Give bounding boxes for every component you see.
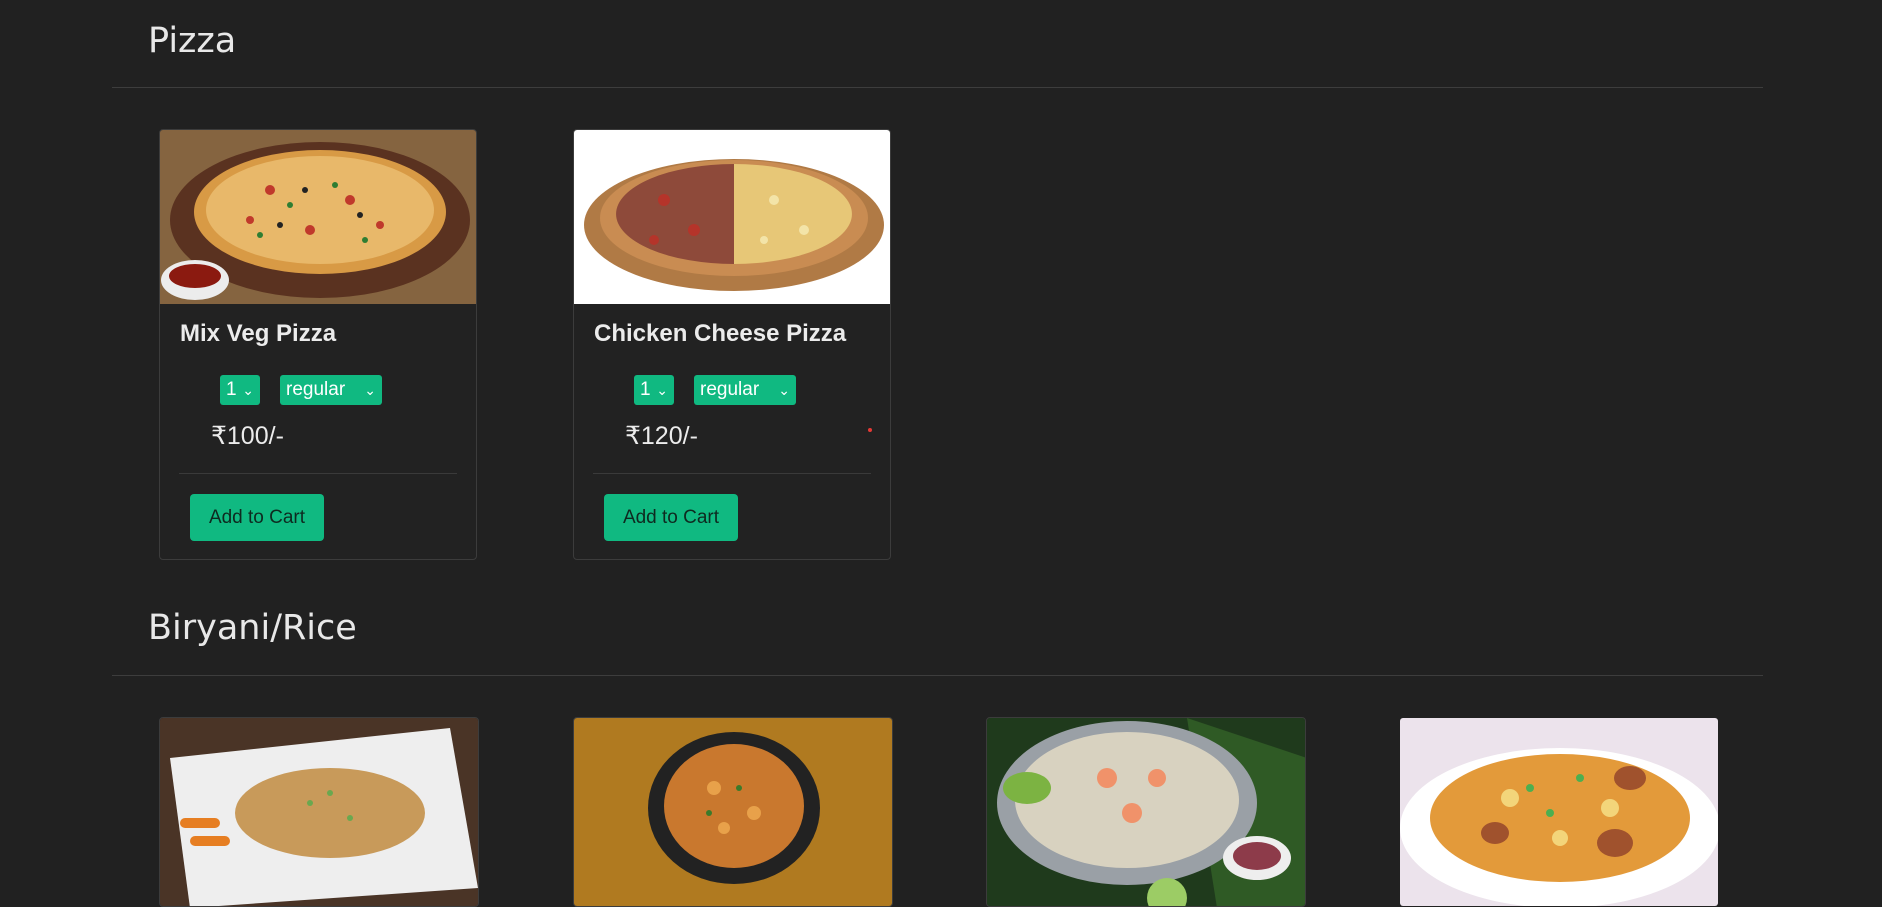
- section-title-pizza: Pizza: [148, 21, 237, 61]
- card-divider: [593, 473, 871, 474]
- section-divider: [112, 87, 1763, 88]
- size-value: regular: [700, 379, 760, 400]
- quantity-value: 1: [226, 379, 237, 400]
- product-card: [986, 717, 1306, 907]
- quantity-select[interactable]: 1 ⌄: [634, 375, 674, 405]
- product-name: Mix Veg Pizza: [180, 320, 337, 347]
- quantity-select[interactable]: 1 ⌄: [220, 375, 260, 405]
- chevron-down-icon: ⌄: [364, 382, 376, 398]
- quantity-value: 1: [640, 379, 651, 400]
- section-divider: [112, 675, 1763, 676]
- product-image-biryani-bowl: [574, 718, 892, 906]
- size-select[interactable]: regular ⌄: [280, 375, 382, 405]
- chevron-down-icon: ⌄: [778, 382, 790, 398]
- product-image-shrimp-rice: [987, 718, 1305, 906]
- add-to-cart-button[interactable]: Add to Cart: [190, 494, 324, 541]
- product-card: [1399, 717, 1719, 907]
- product-price: ₹100/-: [211, 422, 284, 450]
- indicator-dot: [868, 428, 872, 432]
- product-image-chicken-biryani: [1400, 718, 1718, 906]
- product-image-mix-veg-pizza: [160, 130, 476, 304]
- size-value: regular: [286, 379, 346, 400]
- section-title-biryani-rice: Biryani/Rice: [148, 608, 357, 648]
- chevron-down-icon: ⌄: [656, 382, 668, 398]
- product-card-mix-veg-pizza: Mix Veg Pizza 1 ⌄ regular ⌄ ₹100/- Add t…: [159, 129, 477, 560]
- add-to-cart-button[interactable]: Add to Cart: [604, 494, 738, 541]
- product-card: [573, 717, 893, 907]
- product-name: Chicken Cheese Pizza: [594, 320, 847, 347]
- product-price: ₹120/-: [625, 422, 698, 450]
- product-image-chicken-cheese-pizza: [574, 130, 890, 304]
- product-image-fried-rice: [160, 718, 478, 906]
- product-card-chicken-cheese-pizza: Chicken Cheese Pizza 1 ⌄ regular ⌄ ₹120/…: [573, 129, 891, 560]
- chevron-down-icon: ⌄: [242, 382, 254, 398]
- product-card: [159, 717, 479, 907]
- size-select[interactable]: regular ⌄: [694, 375, 796, 405]
- card-divider: [179, 473, 457, 474]
